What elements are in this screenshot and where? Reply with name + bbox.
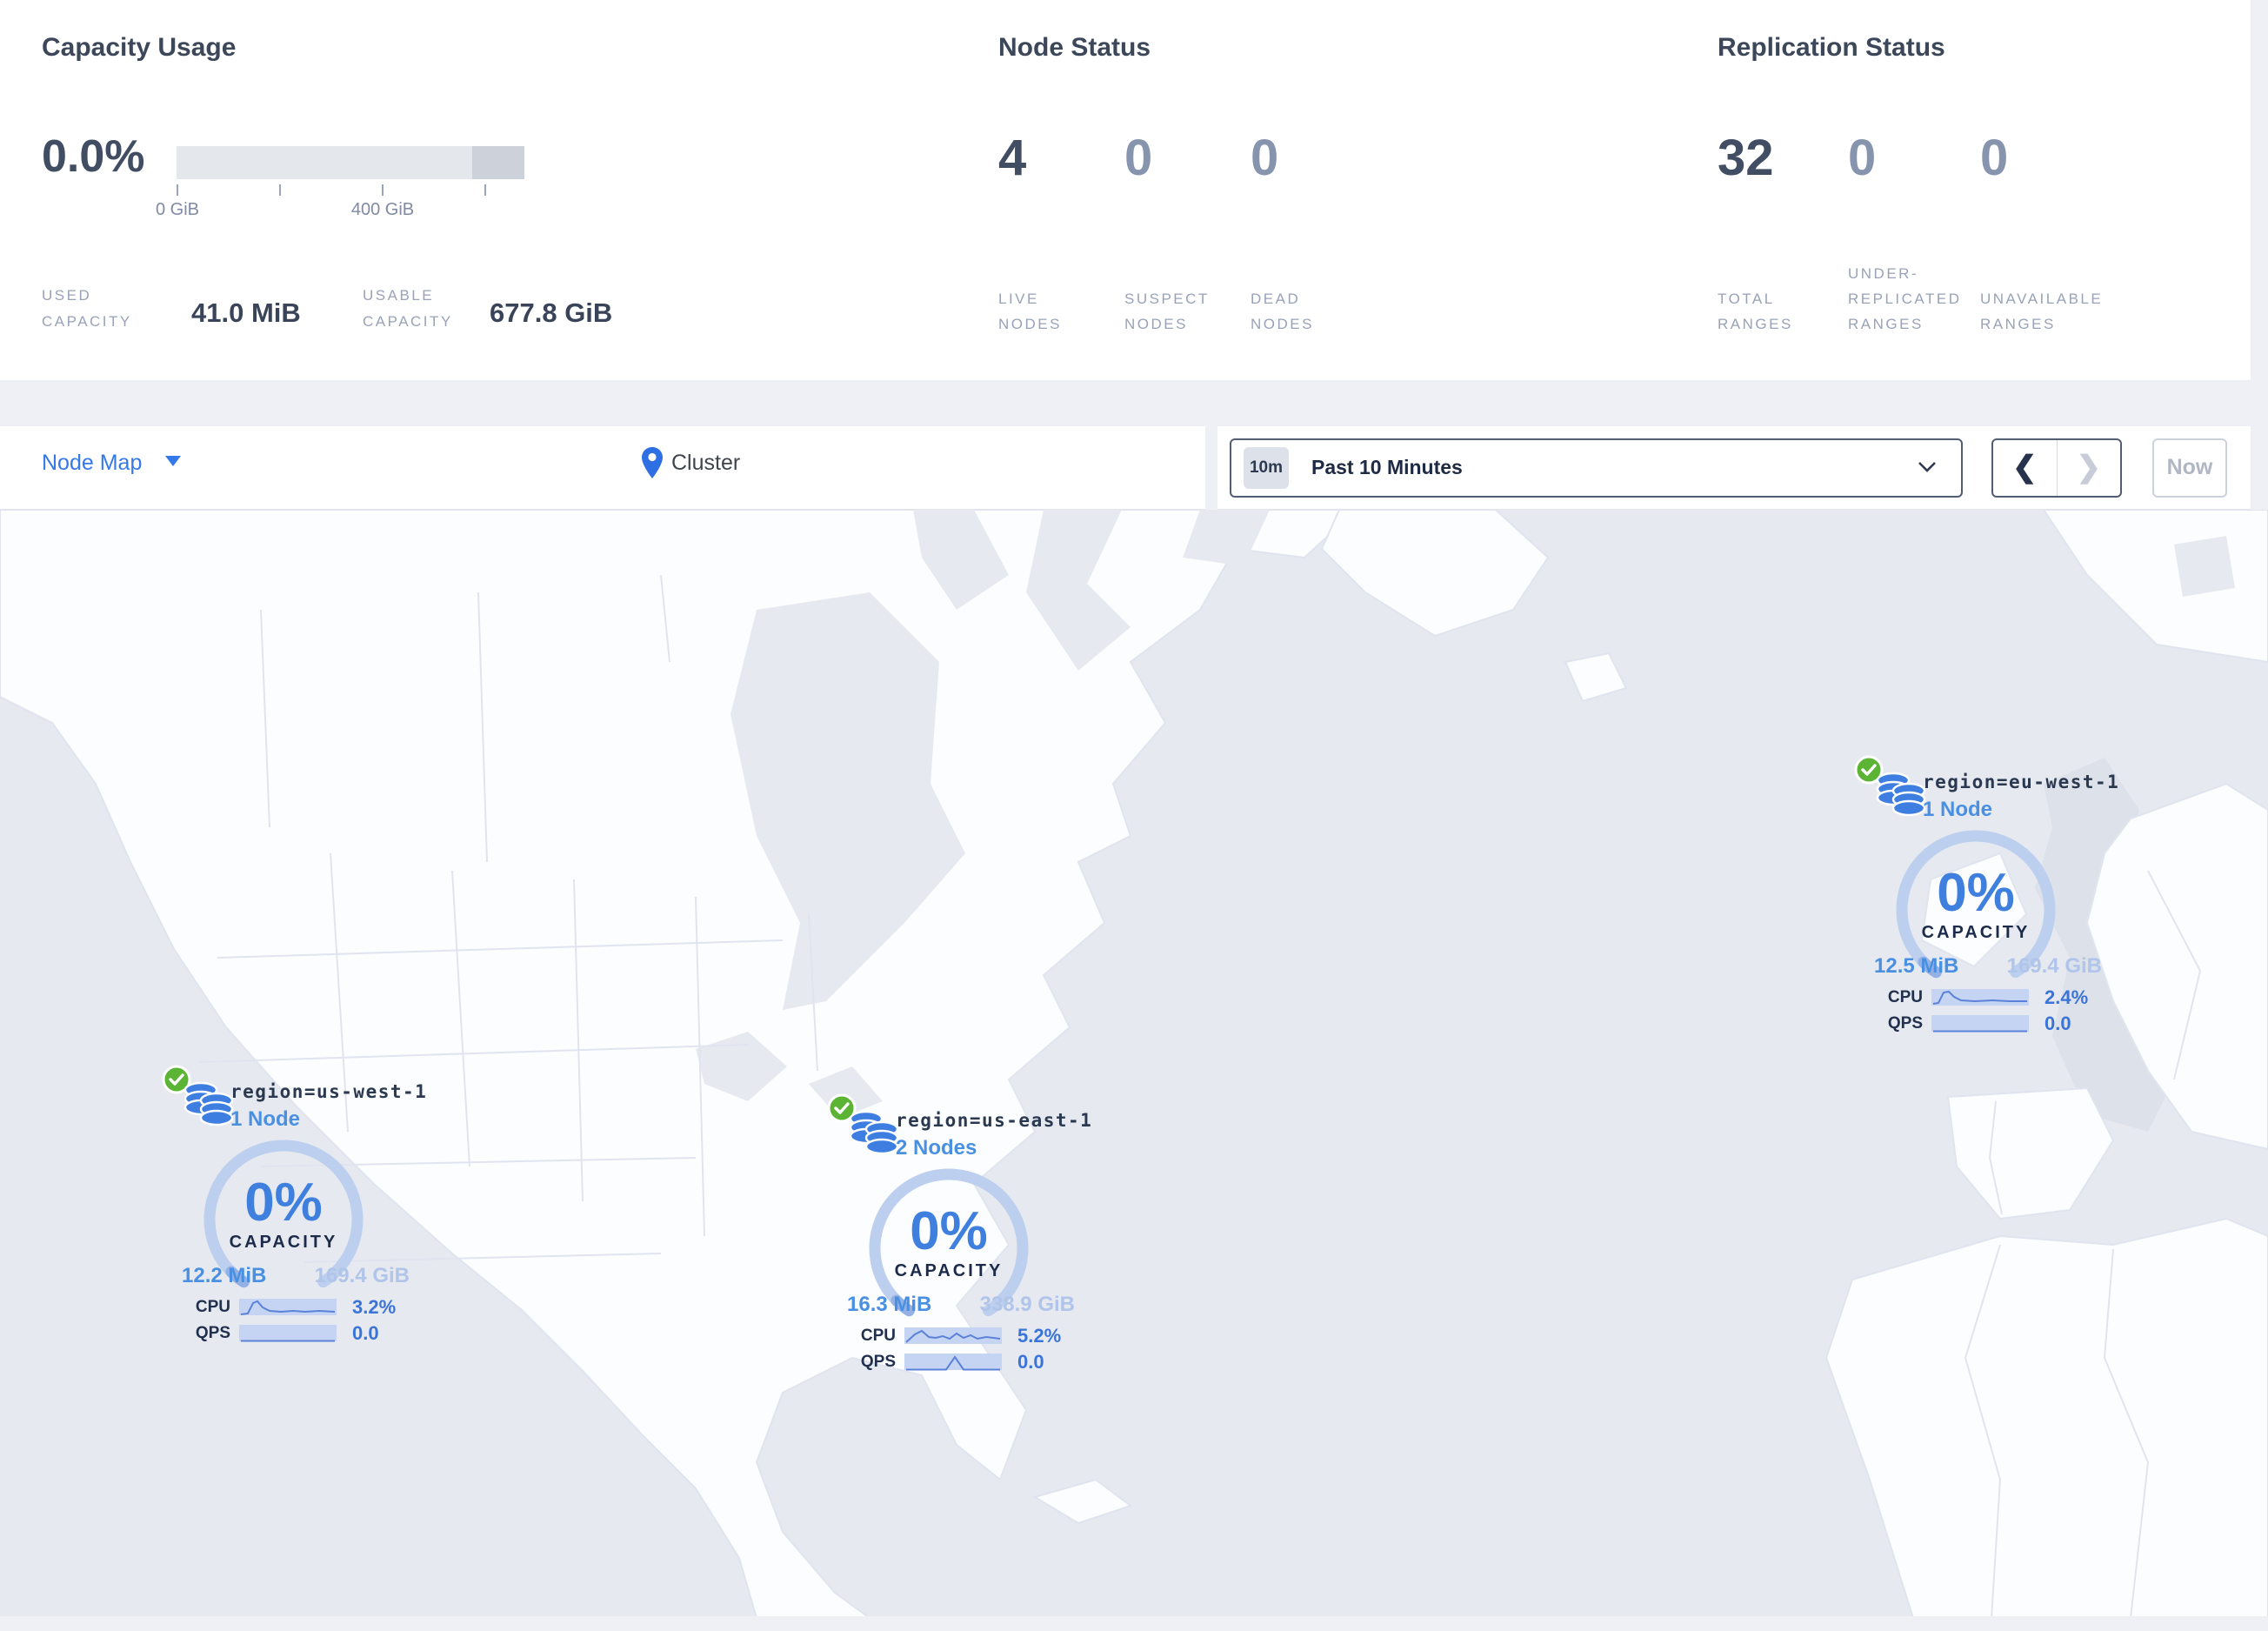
capacity-bar: [177, 146, 524, 179]
live-nodes-label: LIVE NODES: [998, 291, 1062, 332]
map-water: [2174, 536, 2235, 597]
database-stack-icon: [849, 1110, 899, 1155]
cpu-sparkline: [1931, 989, 2029, 1006]
now-button[interactable]: Now: [2152, 438, 2227, 498]
axis-tick: [382, 184, 384, 196]
unavailable-count: 0: [1980, 130, 2009, 186]
cpu-sparkline: [239, 1299, 337, 1315]
map-toolbar: Node Map Cluster 10m Past 10 Minutes ❮ ❯…: [0, 426, 2268, 510]
unavailable-label: UNAVAILABLE RANGES: [1980, 291, 2104, 332]
suspect-nodes-stat: 0 SUSPECT NODES: [1124, 0, 1251, 380]
capacity-bar-reserved-segment: [472, 146, 524, 179]
qps-label: QPS: [860, 1353, 896, 1371]
unavailable-ranges-stat: 0 UNAVAILABLE RANGES: [1980, 0, 2137, 380]
total-ranges-count: 32: [1718, 130, 1774, 186]
time-range-badge: 10m: [1244, 447, 1289, 489]
region-used-capacity: 12.5 MiB: [1874, 954, 1959, 978]
region-name: region=us-west-1: [230, 1081, 428, 1102]
region-capacity-percent: 0%: [910, 1201, 988, 1261]
usable-capacity-label: USABLE CAPACITY: [363, 287, 453, 330]
region-capacity-label: CAPACITY: [894, 1261, 1004, 1280]
cpu-sparkline: [904, 1327, 1002, 1344]
region-total-capacity: 338.9 GiB: [979, 1293, 1075, 1316]
toolbar-right-panel: 10m Past 10 Minutes ❮ ❯ Now: [1217, 426, 2251, 510]
cpu-label: CPU: [1887, 988, 1923, 1006]
region-total-capacity: 169.4 GiB: [2006, 954, 2102, 978]
map-pin-icon: [642, 447, 663, 478]
capacity-percent: 0.0%: [42, 131, 145, 182]
region-used-capacity: 16.3 MiB: [847, 1293, 932, 1316]
axis-tick-label: 0 GiB: [155, 200, 200, 219]
axis-tick: [177, 184, 178, 196]
capacity-usage-title: Capacity Usage: [42, 33, 237, 62]
chevron-down-icon: [164, 456, 181, 466]
node-map: [0, 509, 2268, 1619]
usable-capacity-value: 677.8 GiB: [490, 297, 613, 328]
live-nodes-stat: 4 LIVE NODES: [998, 0, 1124, 380]
database-stack-icon: [183, 1081, 234, 1126]
total-ranges-label: TOTAL RANGES: [1718, 291, 1793, 332]
used-capacity-value: 41.0 MiB: [191, 297, 301, 328]
suspect-nodes-label: SUSPECT NODES: [1124, 291, 1210, 332]
suspect-nodes-count: 0: [1124, 130, 1153, 186]
qps-value: 0.0: [1017, 1351, 1044, 1373]
world-map: [0, 509, 2268, 1619]
region-node-count: 2 Nodes: [896, 1136, 977, 1160]
dead-nodes-stat: 0 DEAD NODES: [1251, 0, 1377, 380]
axis-tick: [279, 184, 281, 196]
time-back-button[interactable]: ❮: [1993, 440, 2058, 496]
cpu-label: CPU: [860, 1327, 896, 1345]
region-total-capacity: 169.4 GiB: [314, 1264, 410, 1287]
region-used-capacity: 12.2 MiB: [182, 1264, 267, 1287]
qps-sparkline: [904, 1354, 1002, 1371]
time-range-label: Past 10 Minutes: [1311, 456, 1463, 478]
qps-sparkline: [239, 1325, 337, 1342]
dead-nodes-label: DEAD NODES: [1251, 291, 1314, 332]
region-marker-us-east-1[interactable]: region=us-east-1 2 Nodes 0% CAPACITY 16.…: [826, 1093, 1091, 1390]
breadcrumb[interactable]: Cluster: [640, 445, 740, 484]
view-mode-label: Node Map: [42, 451, 143, 475]
time-range-dropdown[interactable]: 10m Past 10 Minutes: [1230, 438, 1963, 498]
qps-value: 0.0: [352, 1322, 379, 1344]
database-stack-icon: [1876, 772, 1926, 817]
region-capacity-percent: 0%: [244, 1173, 323, 1233]
cpu-value: 5.2%: [1017, 1325, 1062, 1347]
region-node-count: 1 Node: [230, 1107, 301, 1131]
axis-tick: [484, 184, 486, 196]
qps-sparkline: [1931, 1015, 2029, 1033]
region-capacity-percent: 0%: [1937, 863, 2015, 923]
cpu-label: CPU: [195, 1298, 230, 1316]
toolbar-left-panel: Node Map Cluster: [0, 426, 1205, 510]
chevron-down-icon: [1918, 462, 1936, 472]
time-forward-button[interactable]: ❯: [2058, 440, 2121, 496]
qps-value: 0.0: [2045, 1013, 2071, 1034]
view-mode-dropdown[interactable]: Node Map: [42, 451, 181, 476]
time-step-controls: ❮ ❯: [1991, 438, 2122, 498]
cpu-value: 2.4%: [2045, 986, 2089, 1008]
under-replicated-ranges-stat: 0 UNDER- REPLICATED RANGES: [1848, 0, 1980, 380]
region-marker-us-west-1[interactable]: region=us-west-1 1 Node 0% CAPACITY 12.2…: [161, 1065, 426, 1361]
used-capacity-label: USED CAPACITY: [42, 287, 132, 330]
qps-label: QPS: [1887, 1014, 1923, 1033]
under-replicated-label: UNDER- REPLICATED RANGES: [1848, 265, 1962, 332]
dead-nodes-count: 0: [1251, 130, 1279, 186]
region-name: region=eu-west-1: [1923, 772, 2120, 792]
page-footer-strip: [0, 1616, 2268, 1631]
region-name: region=us-east-1: [896, 1110, 1093, 1131]
region-capacity-label: CAPACITY: [1921, 923, 2031, 942]
region-capacity-label: CAPACITY: [229, 1233, 338, 1252]
cpu-value: 3.2%: [352, 1296, 397, 1318]
live-nodes-count: 4: [998, 130, 1027, 186]
cluster-stats-panel: Capacity Usage 0.0% 0 GiB 400 GiB USED C…: [0, 0, 2251, 380]
total-ranges-stat: 32 TOTAL RANGES: [1718, 0, 1848, 380]
qps-label: QPS: [195, 1324, 230, 1342]
axis-tick-label: 400 GiB: [350, 200, 415, 219]
under-replicated-count: 0: [1848, 130, 1877, 186]
breadcrumb-label: Cluster: [671, 451, 741, 475]
region-marker-eu-west-1[interactable]: region=eu-west-1 1 Node 0% CAPACITY 12.5…: [1853, 755, 2118, 1052]
region-node-count: 1 Node: [1923, 798, 1993, 821]
